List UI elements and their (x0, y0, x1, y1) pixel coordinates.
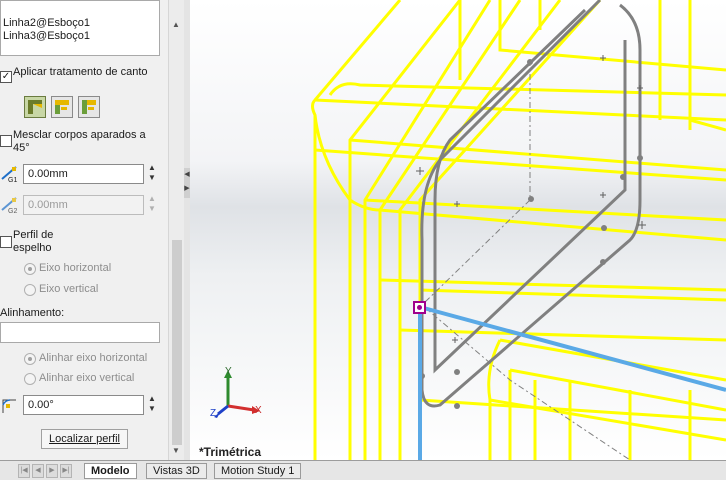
tab-last-icon[interactable]: ▶| (60, 464, 72, 478)
triad-z-label: Z (210, 408, 216, 419)
selection-item[interactable]: Linha2@Esboço1 (3, 17, 90, 29)
tab-vistas-3d[interactable]: Vistas 3D (146, 463, 207, 479)
merge-trimmed-checkbox[interactable] (0, 135, 12, 147)
align-horizontal-radio[interactable] (24, 353, 36, 365)
scroll-down-icon[interactable]: ▼ (172, 446, 180, 455)
tab-prev-icon[interactable]: ◀ (32, 464, 44, 478)
vertical-axis-label: Eixo vertical (39, 283, 98, 295)
corner-type-end-miter-button[interactable] (24, 96, 46, 118)
gap-g1-spinner[interactable]: ▲▼ (146, 163, 158, 185)
highlighted-structural-members[interactable] (313, 0, 726, 460)
graphics-viewport[interactable]: Y X Z *Trimétrica (190, 0, 726, 460)
tab-next-icon[interactable]: ▶ (46, 464, 58, 478)
triad-x-label: X (255, 405, 262, 416)
bottom-tab-bar: |◀ ◀ ▶ ▶| Modelo Vistas 3D Motion Study … (0, 460, 726, 480)
end-miter-icon (25, 97, 45, 117)
tab-first-icon[interactable]: |◀ (18, 464, 30, 478)
vertical-axis-radio[interactable] (24, 284, 36, 296)
align-vertical-label: Alinhar eixo vertical (39, 372, 134, 384)
gap-g2-input: 0.00mm (23, 195, 144, 215)
property-manager-panel: ✕ Linha2@Esboço1 Linha3@Esboço1 ✓ Aplica… (0, 0, 168, 460)
mirror-profile-label: Perfil de espelho (13, 229, 83, 255)
merge-trimmed-label: Mesclar corpos aparados a 45° (13, 129, 158, 155)
selection-list[interactable]: Linha2@Esboço1 Linha3@Esboço1 (0, 0, 160, 56)
alignment-selection-box[interactable] (0, 322, 160, 343)
end-butt2-icon (79, 97, 99, 117)
corner-treatment-checkbox[interactable]: ✓ (0, 71, 12, 83)
rotation-angle-icon (0, 396, 20, 416)
scrollbar-thumb[interactable] (172, 240, 182, 445)
alignment-label: Alinhamento: (0, 307, 64, 319)
end-butt1-icon (52, 97, 72, 117)
rotation-angle-spinner[interactable]: ▲▼ (146, 394, 158, 416)
view-orientation-label: *Trimétrica (199, 445, 261, 459)
triad-y-label: Y (225, 366, 232, 377)
gap-g2-icon: G2 (0, 196, 20, 216)
locate-profile-button[interactable]: Localizar perfil (41, 429, 128, 449)
corner-type-end-butt2-button[interactable] (78, 96, 100, 118)
selection-item[interactable]: Linha3@Esboço1 (3, 30, 90, 42)
tab-motion-study-1[interactable]: Motion Study 1 (214, 463, 301, 479)
corner-treatment-label: Aplicar tratamento de canto (13, 66, 153, 79)
corner-type-end-butt1-button[interactable] (51, 96, 73, 118)
gap-g1-icon: G1 (0, 165, 20, 185)
scroll-up-icon[interactable]: ▲ (172, 20, 180, 29)
horizontal-axis-radio[interactable] (24, 263, 36, 275)
align-vertical-radio[interactable] (24, 373, 36, 385)
model-geometry[interactable] (190, 0, 726, 460)
rotation-angle-input[interactable]: 0.00° (23, 395, 144, 415)
mirror-profile-checkbox[interactable] (0, 236, 12, 248)
horizontal-axis-label: Eixo horizontal (39, 262, 111, 274)
gap-g1-input[interactable]: 0.00mm (23, 164, 144, 184)
selected-vertex-point[interactable] (414, 302, 425, 313)
centerline (422, 60, 630, 460)
gap-g2-spinner: ▲▼ (146, 194, 158, 216)
tab-modelo[interactable]: Modelo (84, 463, 137, 479)
panel-scrollbar[interactable]: ▲ ▼ (168, 0, 185, 460)
align-horizontal-label: Alinhar eixo horizontal (39, 352, 147, 364)
